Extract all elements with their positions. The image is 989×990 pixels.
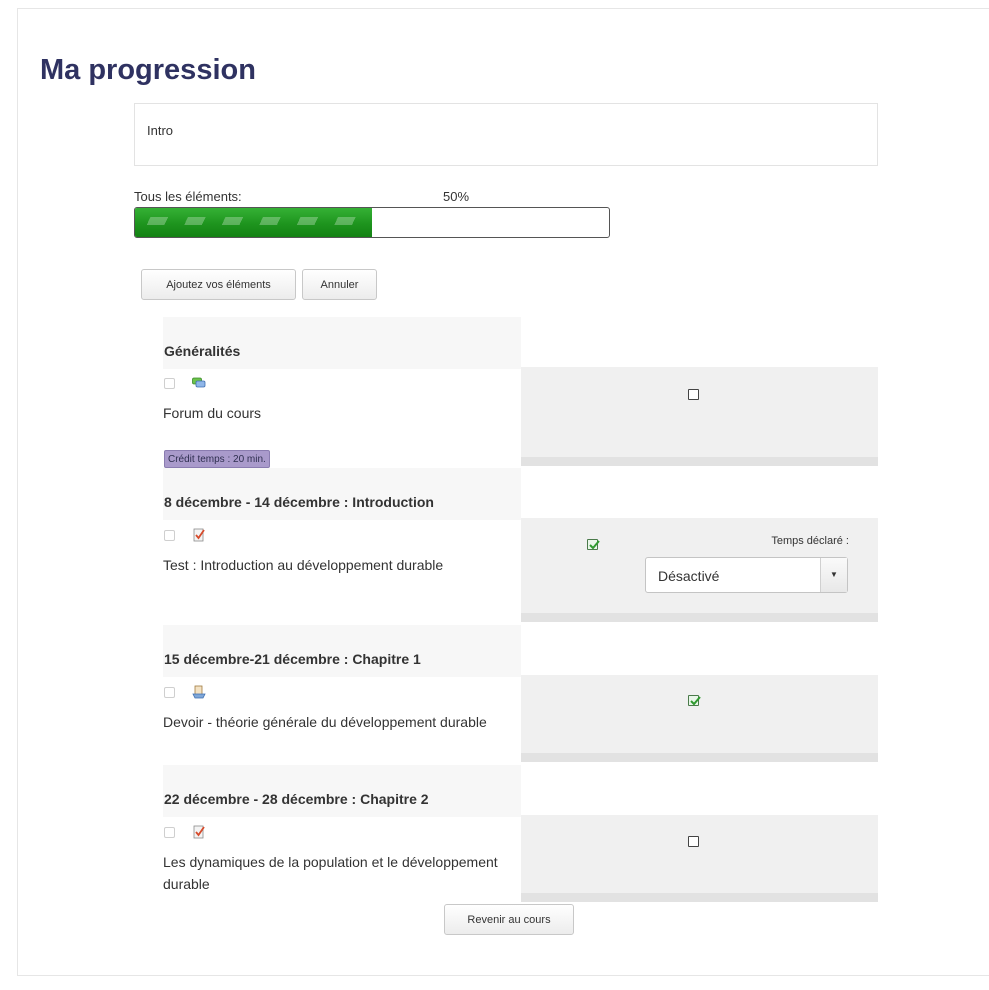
activity-select-checkbox[interactable] <box>164 378 175 389</box>
progress-percent: 50% <box>443 189 470 204</box>
section-title: 15 décembre-21 décembre : Chapitre 1 <box>164 651 421 667</box>
quiz-icon <box>192 528 206 542</box>
section-header: Généralités <box>163 317 521 369</box>
add-elements-button[interactable]: Ajoutez vos éléments <box>141 269 296 300</box>
back-to-course-button[interactable]: Revenir au cours <box>444 904 574 935</box>
completion-checkbox[interactable] <box>587 539 600 550</box>
activity-link[interactable]: Les dynamiques de la population et le dé… <box>163 851 513 895</box>
activity-select-checkbox[interactable] <box>164 530 175 541</box>
quiz-icon <box>192 825 206 839</box>
activity-link[interactable]: Test : Introduction au développement dur… <box>163 554 513 576</box>
forum-icon <box>192 376 206 390</box>
completion-checkbox[interactable] <box>688 695 701 706</box>
completion-checkbox[interactable] <box>688 389 699 400</box>
completion-cell <box>521 815 878 902</box>
section-header: 15 décembre-21 décembre : Chapitre 1 <box>163 625 521 677</box>
section-header: 22 décembre - 28 décembre : Chapitre 2 <box>163 765 521 817</box>
progress-bar <box>134 207 610 238</box>
activity-row: Forum du cours Crédit temps : 20 min. <box>163 376 521 468</box>
chevron-down-icon: ▼ <box>820 558 847 592</box>
activity-select-checkbox[interactable] <box>164 827 175 838</box>
progress-bar-fill <box>135 208 372 237</box>
activity-row: Les dynamiques de la population et le dé… <box>163 825 521 897</box>
time-credit-badge: Crédit temps : 20 min. <box>164 450 270 468</box>
activity-row: Test : Introduction au développement dur… <box>163 528 521 590</box>
section-header: 8 décembre - 14 décembre : Introduction <box>163 468 521 520</box>
section-title: Généralités <box>164 343 241 359</box>
activity-row: Devoir - théorie générale du développeme… <box>163 685 521 757</box>
page-title: Ma progression <box>40 54 256 86</box>
cancel-button[interactable]: Annuler <box>302 269 377 300</box>
completion-cell <box>521 675 878 762</box>
activity-select-checkbox[interactable] <box>164 687 175 698</box>
completion-cell <box>521 367 878 466</box>
declared-time-value: Désactivé <box>658 568 720 584</box>
activity-link[interactable]: Forum du cours <box>163 402 513 424</box>
progress-label: Tous les éléments: <box>134 189 242 204</box>
activity-link[interactable]: Devoir - théorie générale du développeme… <box>163 711 513 733</box>
declared-time-select[interactable]: Désactivé ▼ <box>645 557 848 593</box>
intro-box: Intro <box>134 103 878 166</box>
completion-cell: Temps déclaré : Désactivé ▼ <box>521 518 878 622</box>
assignment-icon <box>192 685 206 699</box>
declared-time-label: Temps déclaré : <box>771 535 849 547</box>
completion-checkbox[interactable] <box>688 836 699 847</box>
section-title: 22 décembre - 28 décembre : Chapitre 2 <box>164 791 429 807</box>
section-title: 8 décembre - 14 décembre : Introduction <box>164 494 434 510</box>
